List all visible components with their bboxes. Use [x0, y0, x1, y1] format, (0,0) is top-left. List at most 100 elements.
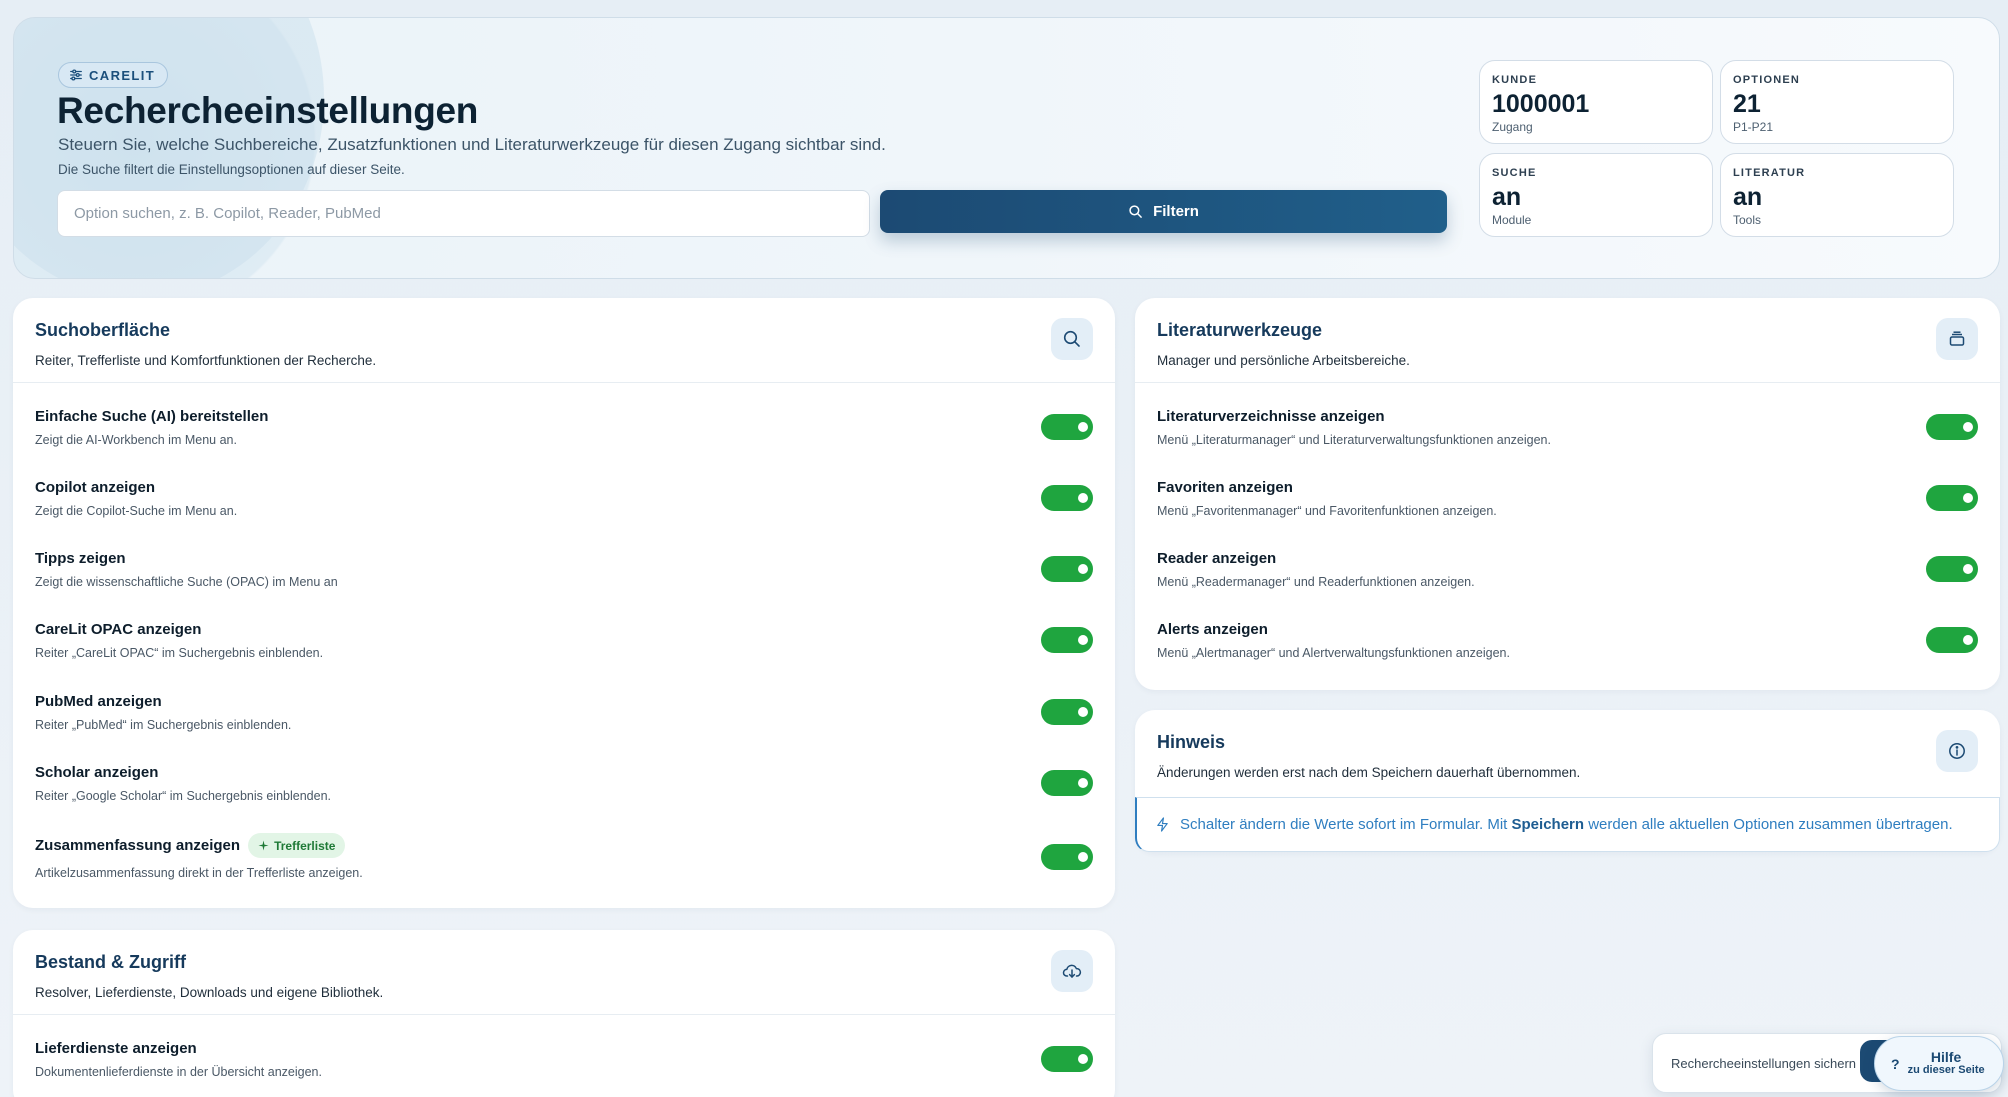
stat-label: LITERATUR: [1733, 167, 1806, 179]
option-title: Favoriten anzeigen: [1157, 479, 1293, 496]
toggle-pubmed[interactable]: [1041, 699, 1093, 725]
sliders-icon: [70, 69, 82, 81]
notice-text-post: werden alle aktuellen Optionen zusammen …: [1588, 816, 1953, 833]
toggle-carelit-opac[interactable]: [1041, 627, 1093, 653]
card-header: Suchoberfläche Reiter, Trefferliste und …: [13, 298, 1115, 383]
card-title: Bestand & Zugriff: [35, 952, 186, 972]
filter-button[interactable]: Filtern: [880, 190, 1447, 233]
header-panel: CARELIT Rechercheeinstellungen Steuern S…: [13, 17, 2000, 279]
help-question-icon: ?: [1891, 1055, 1900, 1072]
card-icon-box: [1936, 318, 1978, 360]
toggle-summary[interactable]: [1041, 844, 1093, 870]
info-icon: [1949, 743, 1965, 759]
toggle-bibliographies[interactable]: [1926, 414, 1978, 440]
help-subtitle: zu dieser Seite: [1907, 1064, 1985, 1077]
option-summary: Zusammenfassung anzeigen Trefferliste Ar…: [35, 833, 1093, 893]
toggle-copilot[interactable]: [1041, 485, 1093, 511]
stat-value: 21: [1733, 90, 1761, 118]
option-title: Einfache Suche (AI) bereitstellen: [35, 408, 269, 425]
literature-tools-card: Literaturwerkzeuge Manager und persönlic…: [1135, 298, 2000, 690]
stat-kunde: KUNDE 1000001 Zugang: [1479, 60, 1713, 144]
option-description: Zeigt die Copilot-Suche im Menu an.: [35, 504, 238, 518]
card-header: Bestand & Zugriff Resolver, Lieferdienst…: [13, 930, 1115, 1015]
notice-info-line: Schalter ändern die Werte sofort im Form…: [1135, 797, 2000, 852]
stat-value: an: [1733, 183, 1763, 211]
search-hint: Die Suche filtert die Einstellungsoption…: [58, 162, 405, 177]
card-title: Literaturwerkzeuge: [1157, 320, 1323, 340]
option-title: Literaturverzeichnisse anzeigen: [1157, 408, 1385, 425]
option-title: CareLit OPAC anzeigen: [35, 621, 202, 638]
card-description: Reiter, Trefferliste und Komfortfunktion…: [35, 353, 377, 368]
option-description: Zeigt die wissenschaftliche Suche (OPAC)…: [35, 575, 338, 589]
card-title: Suchoberfläche: [35, 320, 171, 340]
option-carelit-opac: CareLit OPAC anzeigen Reiter „CareLit OP…: [35, 621, 1093, 681]
option-description: Reiter „PubMed“ im Suchergebnis einblend…: [35, 718, 292, 732]
card-icon-box: [1051, 318, 1093, 360]
option-title: PubMed anzeigen: [35, 693, 162, 710]
save-bar-label: Rechercheeinstellungen sichern: [1671, 1055, 1857, 1071]
notice-card: Hinweis Änderungen werden erst nach dem …: [1135, 710, 2000, 852]
option-search-input[interactable]: [57, 190, 870, 237]
stat-caption: Tools: [1733, 213, 1762, 227]
stat-suche: SUCHE an Module: [1479, 153, 1713, 237]
option-description: Zeigt die AI-Workbench im Menu an.: [35, 433, 237, 447]
lightning-icon: [1157, 817, 1168, 832]
option-title: Reader anzeigen: [1157, 550, 1277, 567]
filter-button-label: Filtern: [1153, 203, 1199, 220]
option-title-row: Zusammenfassung anzeigen Trefferliste: [35, 833, 1093, 858]
toggle-delivery[interactable]: [1041, 1046, 1093, 1072]
help-button[interactable]: ? Hilfe zu dieser Seite: [1874, 1036, 2004, 1091]
stat-label: KUNDE: [1492, 74, 1538, 86]
stat-caption: P1-P21: [1733, 120, 1774, 134]
option-ai-search: Einfache Suche (AI) bereitstellen Zeigt …: [35, 408, 1093, 468]
page-title: Rechercheeinstellungen: [57, 90, 479, 131]
tag-pill-label: Trefferliste: [274, 838, 336, 853]
search-icon: [1129, 205, 1142, 218]
option-favorites: Favoriten anzeigen Menü „Favoritenmanage…: [1157, 479, 1978, 539]
access-settings-card: Bestand & Zugriff Resolver, Lieferdienst…: [13, 930, 1115, 1097]
card-description: Änderungen werden erst nach dem Speicher…: [1157, 765, 1581, 780]
toggle-scholar[interactable]: [1041, 770, 1093, 796]
option-description: Reiter „CareLit OPAC“ im Suchergebnis ei…: [35, 646, 324, 660]
toggle-ai-search[interactable]: [1041, 414, 1093, 440]
sparkle-icon: [258, 840, 269, 851]
help-title: Hilfe: [1930, 1049, 1962, 1066]
toggle-favorites[interactable]: [1926, 485, 1978, 511]
option-tips: Tipps zeigen Zeigt die wissenschaftliche…: [35, 550, 1093, 610]
badge-label: CARELIT: [89, 67, 156, 83]
toggle-alerts[interactable]: [1926, 627, 1978, 653]
option-title: Scholar anzeigen: [35, 764, 159, 781]
option-title: Copilot anzeigen: [35, 479, 155, 496]
option-title: Zusammenfassung anzeigen: [35, 837, 241, 854]
option-title: Tipps zeigen: [35, 550, 126, 567]
option-description: Menü „Literaturmanager“ und Literaturver…: [1157, 433, 1551, 447]
stat-label: OPTIONEN: [1733, 74, 1801, 86]
card-icon-box: [1051, 950, 1093, 992]
option-description: Menü „Alertmanager“ und Alertverwaltungs…: [1157, 646, 1510, 660]
stat-optionen: OPTIONEN 21 P1-P21: [1720, 60, 1954, 144]
card-description: Resolver, Lieferdienste, Downloads und e…: [35, 985, 384, 1000]
option-description: Dokumentenlieferdienste in der Übersicht…: [35, 1065, 322, 1079]
help-text: Hilfe zu dieser Seite: [1908, 1050, 1985, 1076]
option-delivery: Lieferdienste anzeigen Dokumentenlieferd…: [35, 1040, 1093, 1097]
brand-badge: CARELIT: [58, 62, 169, 88]
page-subtitle: Steuern Sie, welche Suchbereiche, Zusatz…: [58, 135, 886, 154]
option-title: Lieferdienste anzeigen: [35, 1040, 197, 1057]
option-bibliographies: Literaturverzeichnisse anzeigen Menü „Li…: [1157, 408, 1978, 468]
card-header: Literaturwerkzeuge Manager und persönlic…: [1135, 298, 2000, 383]
option-description: Menü „Readermanager“ und Readerfunktione…: [1157, 575, 1475, 589]
stat-literatur: LITERATUR an Tools: [1720, 153, 1954, 237]
option-description: Menü „Favoritenmanager“ und Favoritenfun…: [1157, 504, 1497, 518]
notice-text-pre: Schalter ändern die Werte sofort im Form…: [1180, 816, 1508, 833]
notice-text: Schalter ändern die Werte sofort im Form…: [1180, 816, 1953, 833]
option-description: Reiter „Google Scholar“ im Suchergebnis …: [35, 789, 331, 803]
option-alerts: Alerts anzeigen Menü „Alertmanager“ und …: [1157, 621, 1978, 681]
stat-caption: Module: [1492, 213, 1532, 227]
toggle-reader[interactable]: [1926, 556, 1978, 582]
toggle-tips[interactable]: [1041, 556, 1093, 582]
card-description: Manager und persönliche Arbeitsbereiche.: [1157, 353, 1410, 368]
option-scholar: Scholar anzeigen Reiter „Google Scholar“…: [35, 764, 1093, 824]
stat-caption: Zugang: [1492, 120, 1533, 134]
notice-text-bold: Speichern: [1511, 816, 1585, 833]
stat-label: SUCHE: [1492, 167, 1537, 179]
